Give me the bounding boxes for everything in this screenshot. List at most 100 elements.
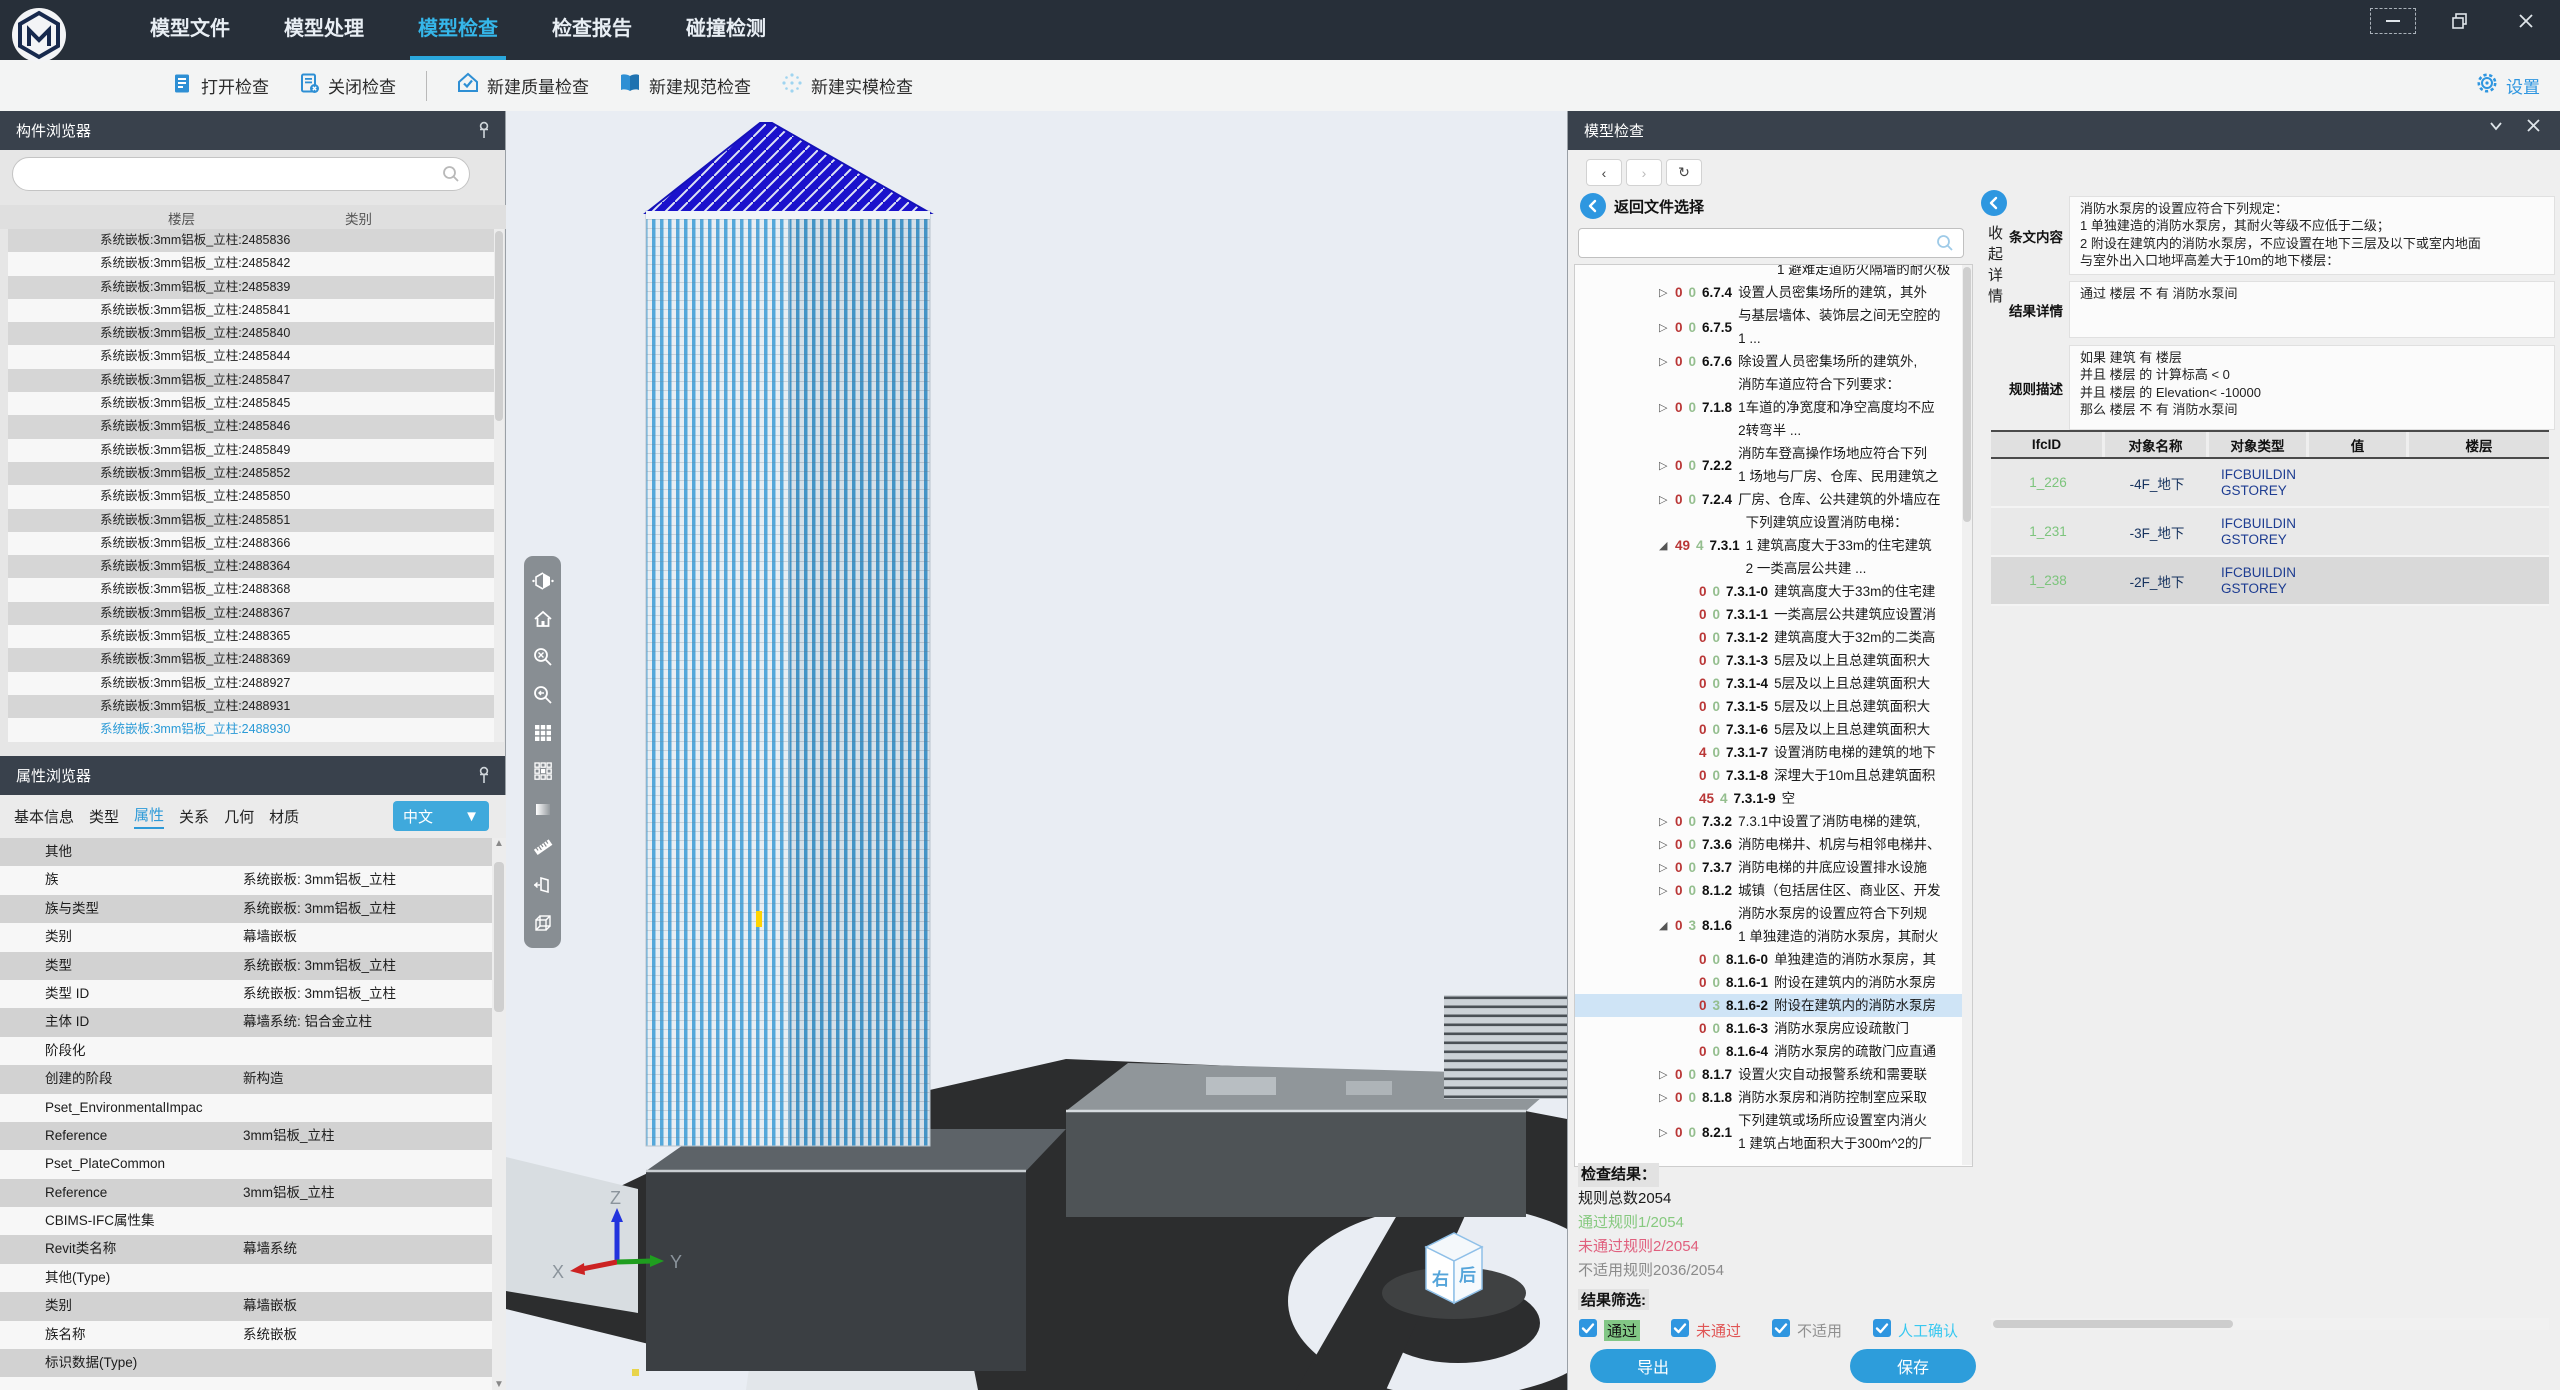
rule-tree-row[interactable]: ▷ 0 0 7.3.6 消防电梯井、机房与相邻电梯井、 [1575, 833, 1972, 856]
component-list-item[interactable]: 系统嵌板:3mm铝板_立柱:2485836 [8, 229, 494, 252]
tree-expand-icon[interactable]: ▷ [1659, 493, 1675, 506]
property-tab[interactable]: 属性 [134, 804, 164, 829]
table-header-cell[interactable]: 值 [2309, 432, 2409, 457]
export-button[interactable]: 导出 [1590, 1349, 1716, 1383]
rule-tree-row[interactable]: 0 3 8.1.6-2 附设在建筑内的消防水泵房 [1575, 994, 1972, 1017]
zoom-extents-icon[interactable] [531, 645, 555, 669]
table-header-cell[interactable]: 对象名称 [2105, 432, 2209, 457]
filter-option[interactable]: 不适用 [1771, 1318, 1842, 1342]
rule-tree-row[interactable]: 0 0 8.1.6-1 附设在建筑内的消防水泵房 [1575, 971, 1972, 994]
maximize-button[interactable] [2438, 9, 2482, 33]
property-row[interactable]: 类别 幕墙嵌板 [0, 1292, 492, 1320]
property-row[interactable]: 阶段化 [0, 1037, 492, 1065]
rule-tree-row[interactable]: 0 0 7.3.1-1 一类高层公共建筑应设置消 [1575, 603, 1972, 626]
cells-icon[interactable] [531, 759, 555, 783]
main-tab[interactable]: 检查报告 [552, 0, 632, 60]
rule-tree-row[interactable]: 0 0 7.3.1-8 深埋大于10m且总建筑面积 [1575, 764, 1972, 787]
tree-expand-icon[interactable]: ▷ [1659, 1126, 1675, 1139]
panel-close-icon[interactable] [2526, 118, 2541, 138]
tree-expand-icon[interactable]: ▷ [1659, 838, 1675, 851]
cell-ifcid[interactable]: 1_231 [1991, 508, 2105, 555]
component-list-item[interactable]: 系统嵌板:3mm铝板_立柱:2485845 [8, 392, 494, 415]
tree-expand-icon[interactable]: ▷ [1659, 884, 1675, 897]
checkbox-checked-icon[interactable] [1771, 1318, 1791, 1342]
rule-tree-row[interactable]: ▷ 0 0 6.7.6 除设置人员密集场所的建筑外, [1575, 350, 1972, 373]
component-list-item[interactable]: 系统嵌板:3mm铝板_立柱:2485850 [8, 485, 494, 508]
component-list-item[interactable]: 系统嵌板:3mm铝板_立柱:2485841 [8, 299, 494, 322]
component-list-item[interactable]: 系统嵌板:3mm铝板_立柱:2488930 [8, 718, 494, 741]
component-list-scrollbar[interactable] [494, 229, 504, 742]
measure-icon[interactable] [531, 835, 555, 859]
scroll-up-icon[interactable]: ▲ [494, 838, 504, 849]
tree-expand-icon[interactable]: ▷ [1659, 401, 1675, 414]
component-list-item[interactable]: 系统嵌板:3mm铝板_立柱:2485842 [8, 252, 494, 275]
table-header-cell[interactable]: IfcID [1991, 432, 2105, 457]
rule-tree-row[interactable]: 0 0 8.1.6-4 消防水泵房的疏散门应直通 [1575, 1040, 1972, 1063]
rule-tree-row[interactable]: ▷ 0 0 6.7.4 设置人员密集场所的建筑，其外 [1575, 281, 1972, 304]
pin-icon[interactable] [477, 766, 491, 788]
rule-tree-row[interactable]: ▷ 0 0 7.2.4 厂房、仓库、公共建筑的外墙应在 [1575, 488, 1972, 511]
property-tab[interactable]: 类型 [89, 806, 119, 827]
property-row[interactable]: 族名称 系统嵌板 [0, 1321, 492, 1349]
rule-tree-row[interactable]: ▷ 0 0 8.1.8 消防水泵房和消防控制室应采取 [1575, 1086, 1972, 1109]
rule-tree-row[interactable]: 4 0 7.3.1-7 设置消防电梯的建筑的地下 [1575, 741, 1972, 764]
main-tab[interactable]: 模型处理 [284, 0, 364, 60]
open-check-button[interactable]: 打开检查 [172, 73, 269, 99]
tree-expand-icon[interactable]: ▷ [1659, 355, 1675, 368]
rule-tree-row[interactable]: ◢ 49 4 7.3.1 下列建筑应设置消防电梯： 1 建筑高度大于33m的住宅… [1575, 511, 1972, 580]
rule-tree-row[interactable]: ▷ 0 0 7.3.2 7.3.1中设置了消防电梯的建筑, [1575, 810, 1972, 833]
zoom-previous-icon[interactable] [531, 683, 555, 707]
checkbox-checked-icon[interactable] [1578, 1318, 1598, 1342]
property-row[interactable]: 其他 [0, 838, 492, 866]
tree-expand-icon[interactable]: ▷ [1659, 459, 1675, 472]
box-icon[interactable] [531, 911, 555, 935]
refresh-button[interactable]: ↻ [1666, 159, 1702, 186]
property-row[interactable]: 创建的阶段 新构造 [0, 1065, 492, 1093]
property-row[interactable]: 族与类型 系统嵌板: 3mm铝板_立柱 [0, 895, 492, 923]
property-tab[interactable]: 几何 [224, 806, 254, 827]
rule-tree-scrollbar[interactable] [1962, 265, 1972, 1165]
component-list-item[interactable]: 系统嵌板:3mm铝板_立柱:2488364 [8, 555, 494, 578]
table-header-cell[interactable]: 楼层 [2409, 432, 2549, 457]
component-list-item[interactable]: 系统嵌板:3mm铝板_立柱:2485840 [8, 322, 494, 345]
tree-expand-icon[interactable]: ◢ [1659, 539, 1675, 552]
minimize-button[interactable] [2370, 8, 2416, 34]
property-row[interactable]: 标识数据(Type) [0, 1349, 492, 1377]
component-list-item[interactable]: 系统嵌板:3mm铝板_立柱:2488367 [8, 602, 494, 625]
property-row[interactable]: 类型 ID 系统嵌板: 3mm铝板_立柱 [0, 980, 492, 1008]
component-list-item[interactable]: 系统嵌板:3mm铝板_立柱:2488368 [8, 578, 494, 601]
component-list-item[interactable]: 系统嵌板:3mm铝板_立柱:2485839 [8, 276, 494, 299]
filter-option[interactable]: 未通过 [1670, 1318, 1741, 1342]
property-tab[interactable]: 材质 [269, 806, 299, 827]
component-list-item[interactable]: 系统嵌板:3mm铝板_立柱:2488365 [8, 625, 494, 648]
property-row[interactable]: Reference 3mm铝板_立柱 [0, 1122, 492, 1150]
pin-icon[interactable] [477, 121, 491, 143]
main-tab[interactable]: 碰撞检测 [686, 0, 766, 60]
component-list-item[interactable]: 系统嵌板:3mm铝板_立柱:2485846 [8, 415, 494, 438]
table-row[interactable]: 1_231 -3F_地下 IFCBUILDINGSTOREY [1991, 508, 2549, 557]
property-row[interactable]: 其他(Type) [0, 1264, 492, 1292]
rule-tree-row[interactable]: 1 避难走道防火隔墙的耐火极 [1575, 264, 1972, 281]
property-row[interactable]: Pset_EnvironmentalImpac [0, 1094, 492, 1122]
rule-tree-row[interactable]: 0 0 8.1.6-3 消防水泵房应设疏散门 [1575, 1017, 1972, 1040]
close-check-button[interactable]: 关闭检查 [299, 73, 396, 99]
shading-icon[interactable] [531, 797, 555, 821]
property-row[interactable]: 类别 幕墙嵌板 [0, 923, 492, 951]
component-list-item[interactable]: 系统嵌板:3mm铝板_立柱:2485852 [8, 462, 494, 485]
component-list-item[interactable]: 系统嵌板:3mm铝板_立柱:2485844 [8, 345, 494, 368]
tree-expand-icon[interactable]: ◢ [1659, 919, 1675, 932]
settings-button[interactable]: 设置 [2476, 60, 2540, 111]
property-row[interactable]: 族 系统嵌板: 3mm铝板_立柱 [0, 866, 492, 894]
new-code-check-button[interactable]: 新建规范检查 [619, 72, 751, 99]
rule-tree-row[interactable]: ▷ 0 0 8.1.7 设置火灾自动报警系统和需要联 [1575, 1063, 1972, 1086]
property-row[interactable]: Revit类名称 幕墙系统 [0, 1235, 492, 1263]
table-header-cell[interactable]: 对象类型 [2209, 432, 2309, 457]
table-row[interactable]: 1_238 -2F_地下 IFCBUILDINGSTOREY [1991, 557, 2549, 606]
cell-ifcid[interactable]: 1_238 [1991, 557, 2105, 604]
main-tab[interactable]: 模型文件 [150, 0, 230, 60]
close-button[interactable] [2504, 9, 2548, 33]
component-list-item[interactable]: 系统嵌板:3mm铝板_立柱:2488931 [8, 695, 494, 718]
tree-expand-icon[interactable]: ▷ [1659, 286, 1675, 299]
tree-expand-icon[interactable]: ▷ [1659, 1091, 1675, 1104]
checkbox-checked-icon[interactable] [1872, 1318, 1892, 1342]
